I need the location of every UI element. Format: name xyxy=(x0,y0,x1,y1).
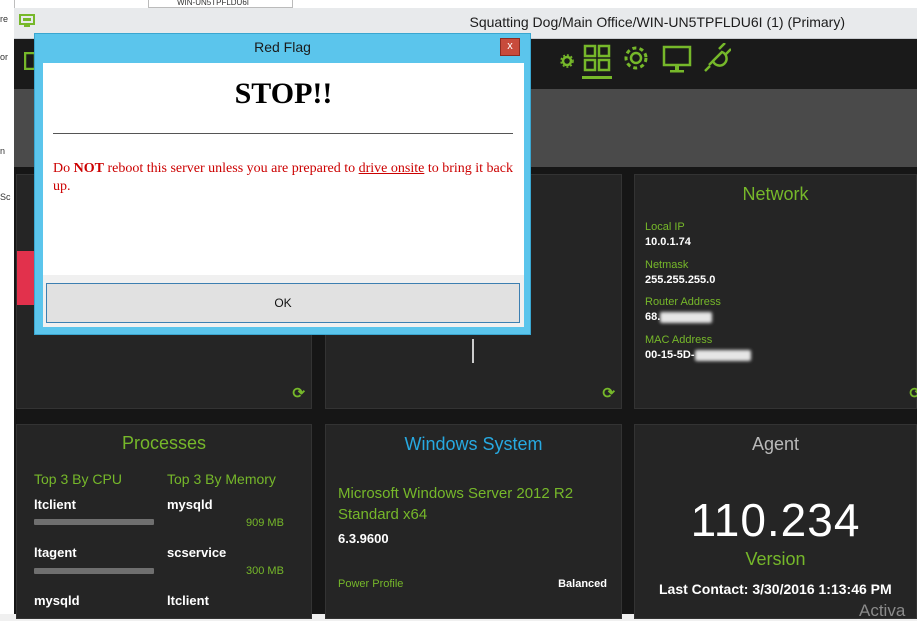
redaction-blur xyxy=(694,349,751,361)
router-value: 68. xyxy=(645,311,713,323)
background-text: Sc xyxy=(0,192,11,202)
local-ip-value: 10.0.1.74 xyxy=(645,236,691,248)
refresh-icon[interactable]: ⟳ xyxy=(909,384,917,402)
background-text: n xyxy=(0,146,6,156)
drive-onsite-link[interactable]: drive onsite xyxy=(359,161,425,176)
processes-title: Processes xyxy=(121,433,207,453)
agent-tile: Agent 110.234 Version Last Contact: 3/30… xyxy=(634,424,917,620)
mac-prefix: 00-15-5D- xyxy=(645,349,695,361)
memory-process-name: mysqld xyxy=(167,497,213,512)
message-text: reboot this server unless you are prepar… xyxy=(103,161,359,176)
message-text: Do xyxy=(53,161,74,176)
cpu-header: Top 3 By CPU xyxy=(34,471,122,487)
router-label: Router Address xyxy=(645,296,721,308)
agent-version-label: Version xyxy=(745,549,806,569)
mac-value: 00-15-5D- xyxy=(645,349,751,361)
agent-title: Agent xyxy=(751,434,800,454)
agent-version-value: 110.234 xyxy=(690,494,861,546)
dialog-message: Do NOT reboot this server unless you are… xyxy=(53,160,513,196)
windows-system-title: Windows System xyxy=(404,434,543,454)
dialog-body: STOP!! Do NOT reboot this server unless … xyxy=(43,63,524,275)
mac-label: MAC Address xyxy=(645,334,713,346)
memory-process-value: 909 MB xyxy=(246,517,284,529)
background-tab[interactable]: WIN-UN5TPFLDU6I xyxy=(148,0,293,8)
background-window-edge: re or n Sc xyxy=(0,0,15,614)
router-prefix: 68. xyxy=(645,311,661,323)
cpu-process-name: ltagent xyxy=(34,545,77,560)
cpu-process-name: mysqld xyxy=(34,593,80,608)
memory-process-name: scservice xyxy=(167,545,227,560)
dialog-footer: OK xyxy=(43,275,524,327)
network-tile: Network Local IP 10.0.1.74 Netmask 255.2… xyxy=(634,174,917,409)
activation-watermark: Activa xyxy=(859,601,906,620)
close-button[interactable]: x xyxy=(500,38,520,56)
monitor-icon[interactable] xyxy=(662,45,692,73)
background-text: or xyxy=(0,52,9,62)
os-name: Microsoft Windows Server 2012 R2 Standar… xyxy=(338,485,574,523)
os-version: 6.3.9600 xyxy=(338,531,389,546)
cpu-usage-bar xyxy=(34,519,154,525)
cpu-usage-bar xyxy=(34,568,154,574)
network-title: Network xyxy=(742,184,809,204)
ok-button[interactable]: OK xyxy=(46,283,520,323)
power-profile-value: Balanced xyxy=(558,578,607,590)
last-contact: Last Contact: 3/30/2016 1:13:46 PM xyxy=(659,581,892,597)
netmask-value: 255.255.255.0 xyxy=(645,274,716,286)
grid-icon[interactable] xyxy=(582,43,612,79)
plug-icon[interactable] xyxy=(703,43,731,73)
background-text: re xyxy=(0,14,9,24)
redaction-blur xyxy=(660,311,713,323)
refresh-icon[interactable]: ⟳ xyxy=(292,384,305,402)
memory-header: Top 3 By Memory xyxy=(167,471,276,487)
gear-icon[interactable] xyxy=(623,45,649,71)
divider xyxy=(53,133,513,134)
processes-tile: Processes Top 3 By CPU Top 3 By Memory l… xyxy=(16,424,312,619)
status-indicator xyxy=(17,251,35,305)
gear-small-icon[interactable] xyxy=(560,54,574,68)
refresh-icon[interactable]: ⟳ xyxy=(602,384,615,402)
windows-system-tile: Windows System Microsoft Windows Server … xyxy=(325,424,622,619)
dialog-heading: STOP!! xyxy=(234,77,333,110)
local-ip-label: Local IP xyxy=(645,221,685,233)
monitor-app-icon xyxy=(19,14,35,27)
netmask-label: Netmask xyxy=(645,259,689,271)
cursor-line xyxy=(472,339,474,363)
power-profile-label: Power Profile xyxy=(338,578,404,590)
window-title: Squatting Dog/Main Office/WIN-UN5TPFLDU6… xyxy=(469,14,846,30)
dialog-title: Red Flag xyxy=(254,39,311,55)
memory-process-value: 300 MB xyxy=(246,565,284,577)
message-emphasis: NOT xyxy=(73,161,104,176)
memory-process-name: ltclient xyxy=(167,593,209,608)
cpu-process-name: ltclient xyxy=(34,497,76,512)
red-flag-dialog: Red Flag x STOP!! Do NOT reboot this ser… xyxy=(34,33,531,335)
